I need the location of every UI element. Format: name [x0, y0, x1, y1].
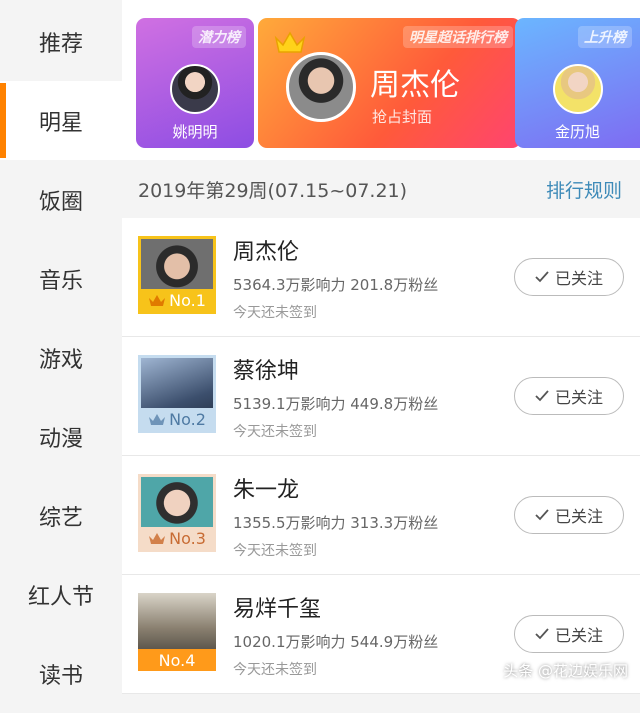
follow-label: 已关注	[554, 507, 603, 526]
star-stats: 1355.5万影响力 313.3万粉丝	[233, 514, 439, 532]
sidebar-item-label: 明星	[38, 110, 83, 136]
follow-label: 已关注	[554, 626, 603, 645]
check-icon	[535, 271, 549, 283]
star-stats: 1020.1万影响力 544.9万粉丝	[233, 633, 439, 651]
sidebar-item-label: 游戏	[38, 347, 83, 373]
crown-icon	[149, 294, 166, 306]
sidebar-item-variety[interactable]: 综艺	[0, 476, 122, 555]
follow-button[interactable]: 已关注	[514, 377, 624, 415]
avatar	[170, 64, 220, 114]
sidebar-item-label: 红人节	[27, 584, 94, 610]
sidebar-item-fan-circle[interactable]: 饭圈	[0, 160, 122, 239]
avatar	[553, 64, 603, 114]
star-stats: 5364.3万影响力 201.8万粉丝	[233, 276, 439, 294]
follow-label: 已关注	[554, 388, 603, 407]
star-name: 蔡徐坤	[233, 359, 300, 384]
star-thumbnail: No.3	[138, 474, 216, 552]
list-item[interactable]: No.1 周杰伦 5364.3万影响力 201.8万粉丝 今天还未签到 已关注	[122, 218, 640, 337]
ranking-banner: 潜力榜 姚明明 明星超话排行榜 周杰伦 抢占封面 上升榜 金历旭	[122, 0, 640, 160]
sidebar-item-recommend[interactable]: 推荐	[0, 2, 122, 81]
card-star-name: 姚明明	[172, 123, 218, 141]
rank-label: No.4	[158, 650, 196, 670]
card-tag: 上升榜	[578, 26, 632, 48]
checkin-status: 今天还未签到	[233, 543, 317, 559]
crown-icon	[274, 31, 306, 53]
main-panel: 潜力榜 姚明明 明星超话排行榜 周杰伦 抢占封面 上升榜 金历旭 2019年第2…	[122, 0, 640, 694]
potential-list-card[interactable]: 潜力榜 姚明明	[136, 18, 254, 148]
star-thumbnail: No.2	[138, 355, 216, 433]
follow-button[interactable]: 已关注	[514, 258, 624, 296]
sidebar-item-influencer-festival[interactable]: 红人节	[0, 555, 122, 634]
rank-badge: No.3	[141, 527, 213, 549]
avatar	[286, 52, 356, 122]
checkin-status: 今天还未签到	[233, 662, 317, 678]
sidebar-item-reading[interactable]: 读书	[0, 634, 122, 713]
check-icon	[535, 509, 549, 521]
star-topic-ranking-card[interactable]: 明星超话排行榜 周杰伦 抢占封面	[258, 18, 521, 148]
star-thumbnail: No.1	[138, 236, 216, 314]
check-icon	[535, 390, 549, 402]
sidebar-item-games[interactable]: 游戏	[0, 318, 122, 397]
follow-button[interactable]: 已关注	[514, 496, 624, 534]
checkin-status: 今天还未签到	[233, 424, 317, 440]
sidebar-item-label: 动漫	[38, 426, 83, 452]
rank-badge: No.4	[138, 649, 216, 671]
crown-icon	[149, 532, 166, 544]
follow-button[interactable]: 已关注	[514, 615, 624, 653]
list-item[interactable]: No.3 朱一龙 1355.5万影响力 313.3万粉丝 今天还未签到 已关注	[122, 456, 640, 575]
star-name: 朱一龙	[233, 478, 300, 503]
check-icon	[535, 628, 549, 640]
rank-badge: No.1	[141, 289, 213, 311]
star-thumbnail: No.4	[138, 593, 216, 671]
rank-label: No.2	[169, 409, 206, 429]
checkin-status: 今天还未签到	[233, 305, 317, 321]
sidebar-item-music[interactable]: 音乐	[0, 239, 122, 318]
sidebar-item-stars[interactable]: 明星	[0, 81, 122, 160]
sidebar-item-label: 推荐	[38, 31, 83, 57]
week-header: 2019年第29周(07.15~07.21) 排行规则	[122, 160, 640, 218]
ranking-rules-link[interactable]: 排行规则	[546, 176, 622, 203]
star-name: 易烊千玺	[233, 597, 322, 622]
rising-list-card[interactable]: 上升榜 金历旭	[515, 18, 640, 148]
follow-label: 已关注	[554, 269, 603, 288]
sidebar-item-anime[interactable]: 动漫	[0, 397, 122, 476]
week-title: 2019年第29周(07.15~07.21)	[138, 180, 408, 202]
star-name: 周杰伦	[233, 240, 300, 265]
star-stats: 5139.1万影响力 449.8万粉丝	[233, 395, 439, 413]
sidebar-item-label: 综艺	[38, 505, 83, 531]
rank-label: No.1	[169, 290, 206, 310]
sidebar-item-label: 饭圈	[38, 189, 83, 215]
watermark: 头条 @花边娱乐网	[503, 662, 628, 680]
category-sidebar: 推荐 明星 饭圈 音乐 游戏 动漫 综艺 红人节 读书	[0, 0, 122, 691]
rank-badge: No.2	[141, 408, 213, 430]
sidebar-item-label: 音乐	[38, 268, 83, 294]
crown-icon	[149, 413, 166, 425]
list-item[interactable]: No.2 蔡徐坤 5139.1万影响力 449.8万粉丝 今天还未签到 已关注	[122, 337, 640, 456]
card-subtitle: 抢占封面	[372, 108, 433, 126]
card-star-name: 金历旭	[554, 123, 600, 141]
card-tag: 潜力榜	[192, 26, 246, 48]
rank-label: No.3	[169, 528, 206, 548]
card-tag: 明星超话排行榜	[403, 26, 513, 48]
sidebar-item-label: 读书	[38, 663, 83, 689]
card-star-name: 周杰伦	[370, 68, 460, 103]
